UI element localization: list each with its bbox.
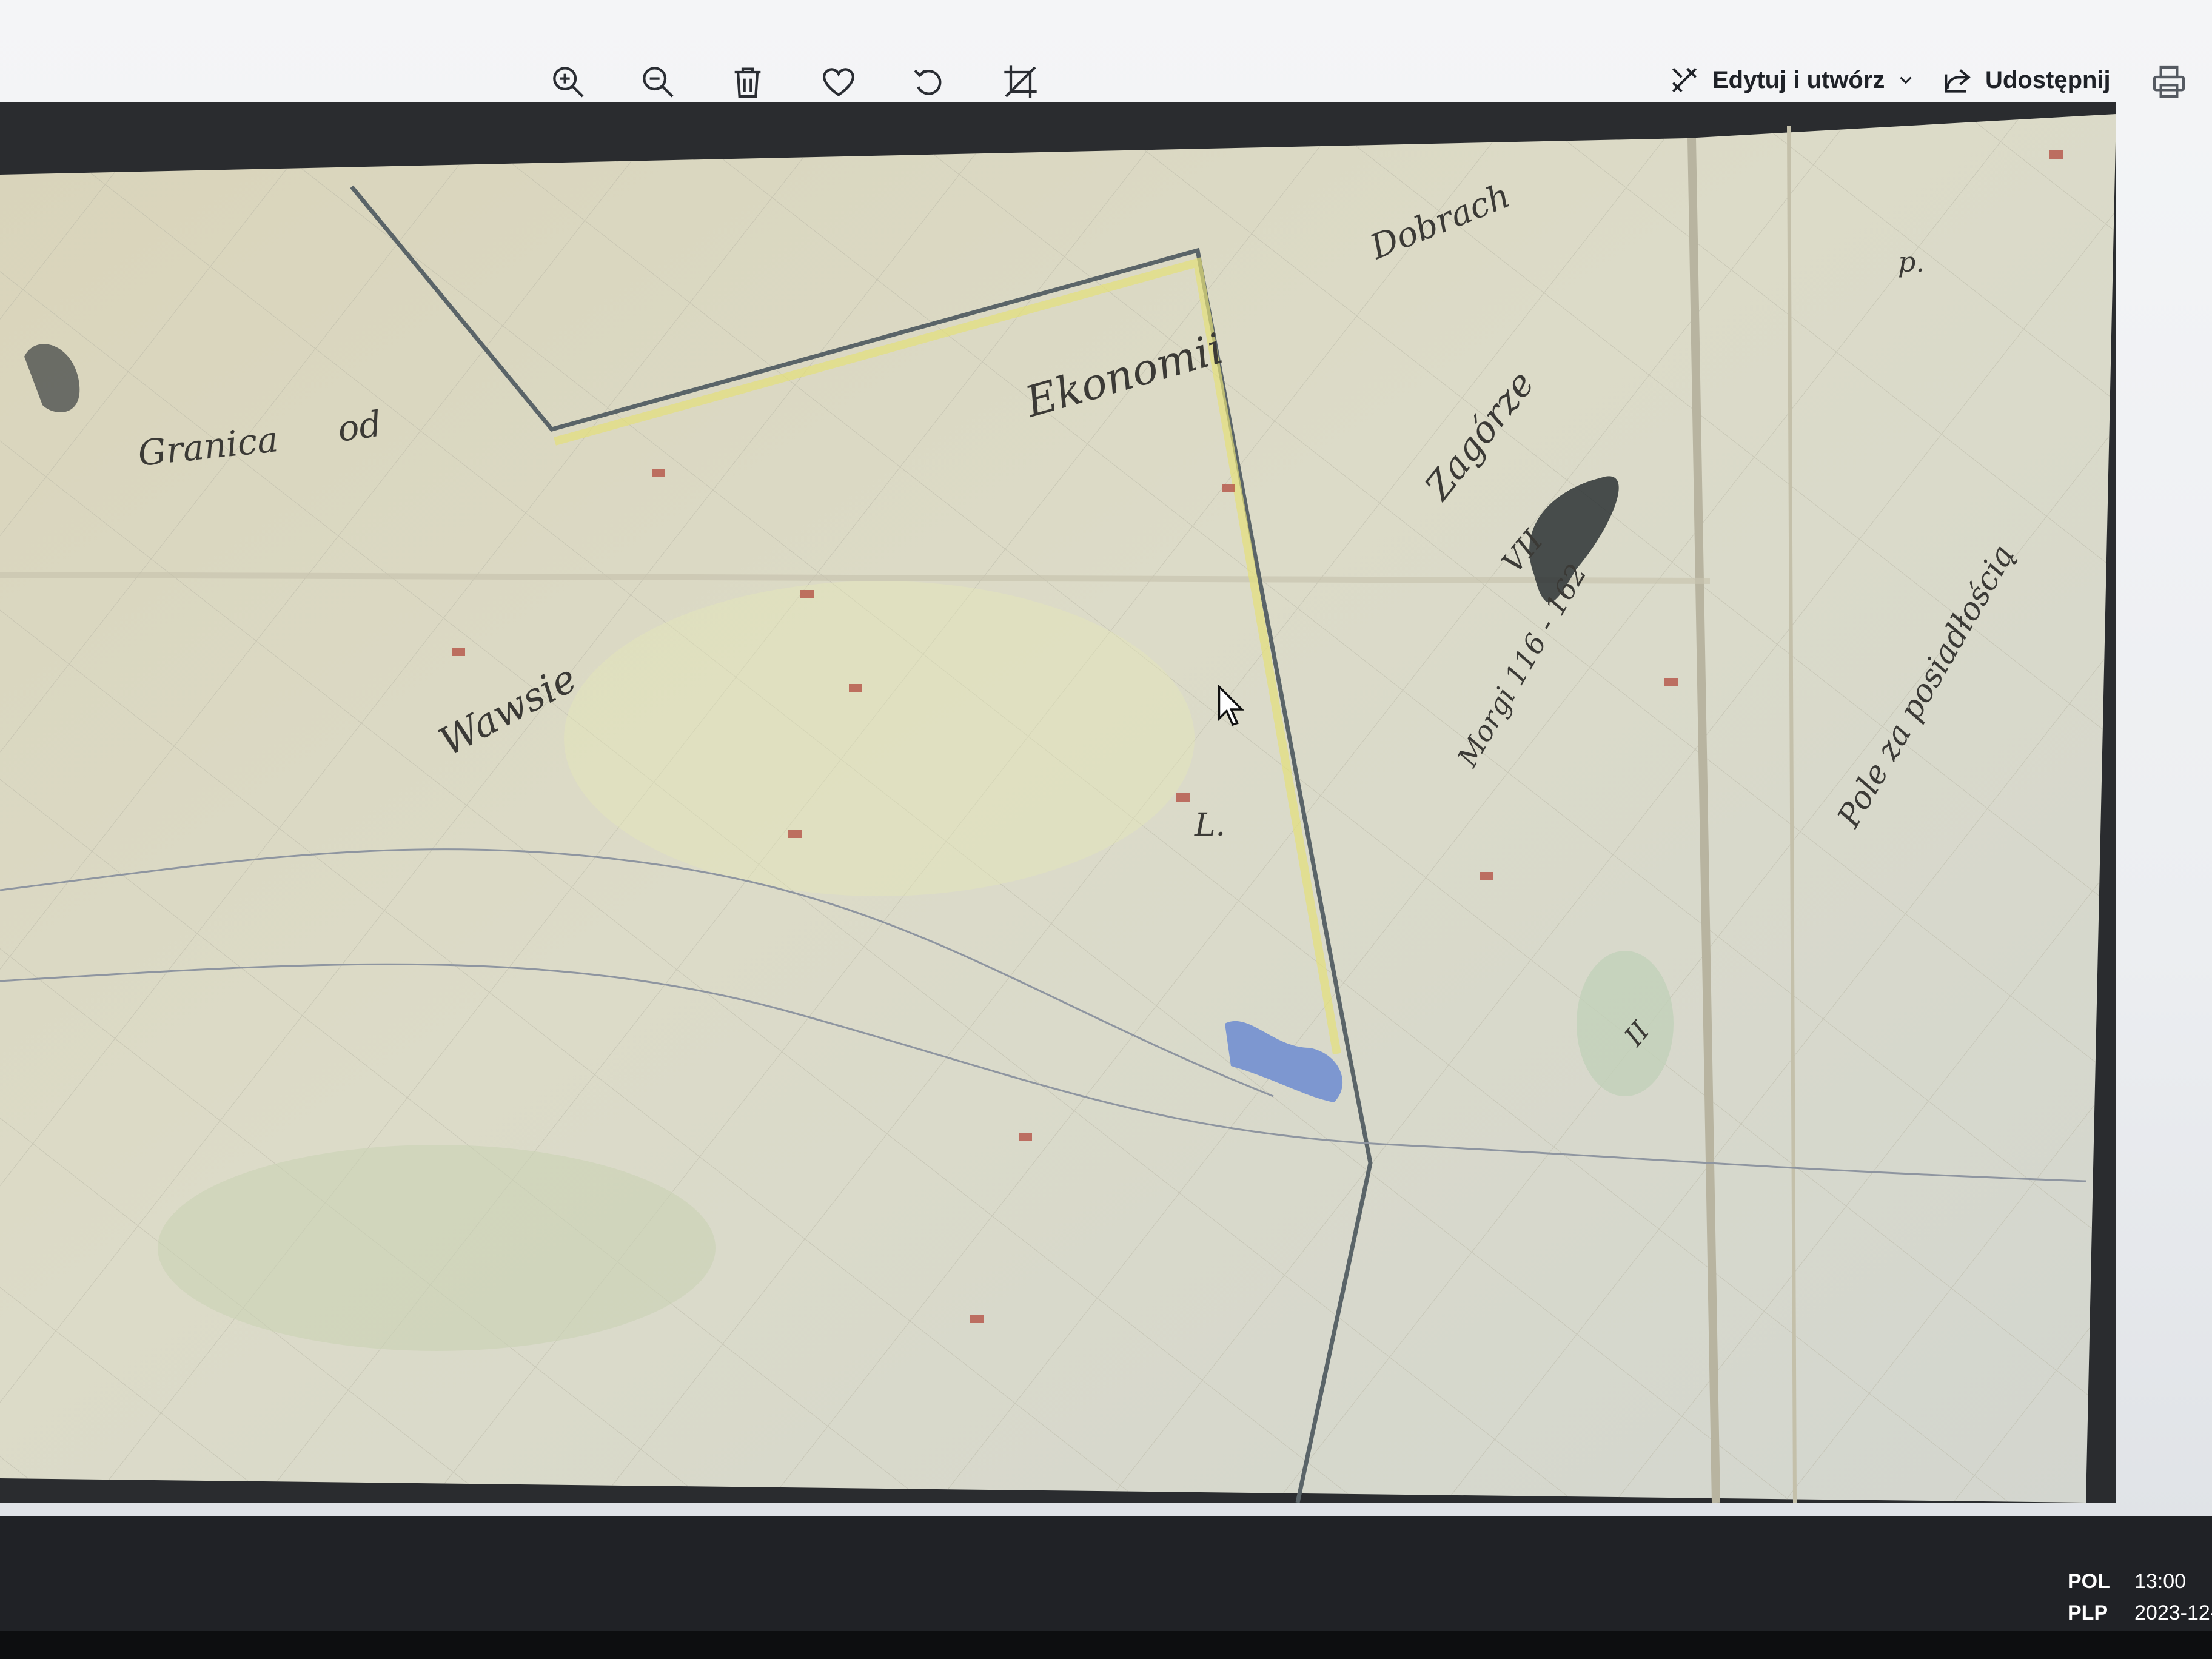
clock-time: 13:00 [2134, 1570, 2187, 1593]
monitor-screen: Edytuj i utwórz Udostępnij Granica od Wa… [0, 0, 2212, 1577]
edit-create-label: Edytuj i utwórz [1712, 66, 1885, 93]
print-button[interactable] [2136, 49, 2202, 115]
language-code: POL [2068, 1570, 2110, 1593]
monitor-bezel [0, 1631, 2212, 1659]
system-clock[interactable]: 13:00 2023-12- [2134, 1566, 2212, 1629]
map-label-l: L. [1194, 807, 1225, 843]
mouse-pointer-icon [1218, 685, 1245, 726]
share-icon [1945, 69, 1971, 93]
printer-icon [2153, 65, 2185, 98]
zoom-in-icon [553, 67, 584, 98]
chevron-down-icon [1900, 76, 1912, 84]
edit-create-button[interactable]: Edytuj i utwórz [1667, 56, 1916, 104]
share-label: Udostępnij [1985, 66, 2111, 93]
clock-date: 2023-12- [2134, 1601, 2212, 1624]
input-language-indicator[interactable]: POL PLP [2068, 1566, 2128, 1629]
share-button[interactable]: Udostępnij [1940, 56, 2111, 104]
zoom-out-icon [643, 67, 674, 98]
keyboard-layout-code: PLP [2068, 1601, 2108, 1624]
map-label-od: od [335, 403, 384, 449]
historical-map-photo: Granica od Wawsie Ekonomii Dobrach Zagór… [0, 102, 2116, 1503]
trash-icon [734, 67, 761, 98]
crop-icon [1004, 65, 1037, 98]
edit-tools-icon [1672, 67, 1697, 93]
rotate-icon [914, 69, 942, 95]
image-viewport[interactable]: Granica od Wawsie Ekonomii Dobrach Zagór… [0, 102, 2116, 1503]
map-label-p: p. [1898, 246, 1925, 278]
heart-icon [823, 68, 854, 96]
